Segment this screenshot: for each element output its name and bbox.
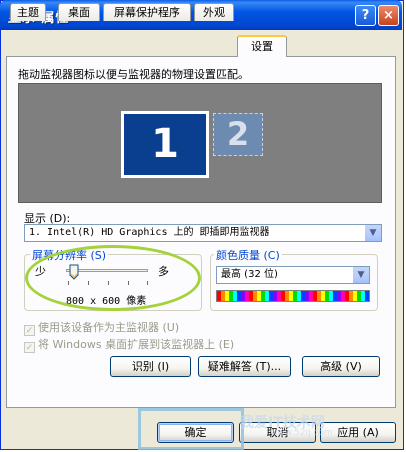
monitor-1-icon[interactable]: 1 — [121, 111, 209, 178]
primary-monitor-checkbox[interactable]: ✓ 使用该设备作为主监视器 (U) — [24, 319, 179, 336]
advanced-button[interactable]: 高级 (V) — [302, 356, 380, 377]
tab-desktop[interactable]: 桌面 — [58, 3, 100, 21]
color-quality-select[interactable]: 最高 (32 位) ▼ — [216, 266, 370, 284]
chevron-down-icon[interactable]: ▼ — [352, 267, 369, 283]
watermark-url: www.52ij.com — [270, 428, 333, 438]
monitor-2-icon[interactable]: 2 — [213, 113, 263, 156]
color-quality-label: 颜色质量 (C) — [214, 247, 282, 263]
tab-themes[interactable]: 主题 — [10, 3, 46, 21]
tab-settings[interactable]: 设置 — [237, 35, 287, 57]
primary-monitor-label: 使用该设备作为主监视器 (U) — [38, 321, 180, 334]
help-button[interactable]: ? — [355, 5, 376, 26]
extend-desktop-label: 将 Windows 桌面扩展到该监视器上 (E) — [38, 338, 235, 351]
instruction-text: 拖动监视器图标以便与监视器的物理设置匹配。 — [18, 68, 249, 81]
color-spectrum-bar — [216, 290, 370, 302]
display-select[interactable]: 1. Intel(R) HD Graphics 上的 即插即用监视器 ▼ — [24, 224, 382, 242]
color-quality-value: 最高 (32 位) — [221, 269, 278, 280]
identify-button[interactable]: 识别 (I) — [110, 356, 191, 377]
chevron-down-icon[interactable]: ▼ — [364, 225, 381, 241]
display-select-value: 1. Intel(R) HD Graphics 上的 即插即用监视器 — [29, 227, 270, 238]
close-button[interactable]: × — [378, 5, 399, 26]
checkmark-icon: ✓ — [24, 342, 35, 353]
tab-appearance[interactable]: 外观 — [194, 3, 234, 21]
resolution-highlight-ring — [25, 245, 201, 311]
troubleshoot-button[interactable]: 疑难解答 (T)... — [198, 356, 291, 377]
extend-desktop-checkbox[interactable]: ✓ 将 Windows 桌面扩展到该监视器上 (E) — [24, 336, 234, 353]
checkmark-icon: ✓ — [24, 325, 35, 336]
tab-screensaver[interactable]: 屏幕保护程序 — [103, 3, 191, 21]
ok-button-highlight-box — [138, 408, 244, 450]
